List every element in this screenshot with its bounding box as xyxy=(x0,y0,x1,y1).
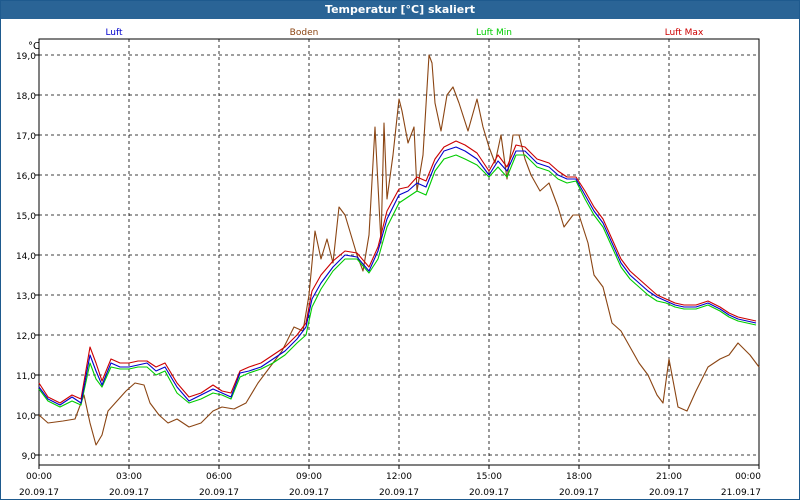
x-tick-time-label: 18:00 xyxy=(566,472,592,482)
x-tick-time-label: 12:00 xyxy=(386,472,412,482)
y-tick-label: 19,0 xyxy=(16,52,36,62)
x-tick-date-label: 20.09.17 xyxy=(199,488,239,498)
y-tick-label: 10,0 xyxy=(16,412,36,422)
x-tick-time-label: 00:00 xyxy=(735,472,761,482)
y-axis-label: °C xyxy=(28,41,40,52)
legend-entry: Luft xyxy=(105,28,123,38)
x-tick-date-label: 20.09.17 xyxy=(649,488,689,498)
y-tick-label: 13,0 xyxy=(16,292,36,302)
y-tick-label: 9,0 xyxy=(22,452,37,462)
x-ticks: 00:00 20.09.17 03:00 20.09.17 06:00 20.09.17 0… xyxy=(19,465,761,498)
x-tick-time-label: 03:00 xyxy=(116,472,142,482)
x-tick-time-label: 09:00 xyxy=(296,472,322,482)
x-tick-time-label: 00:00 xyxy=(26,472,52,482)
x-tick-date-label: 20.09.17 xyxy=(289,488,329,498)
x-tick-date-label: 21.09.17 xyxy=(721,488,761,498)
x-tick-date-label: 20.09.17 xyxy=(469,488,509,498)
x-tick-date-label: 20.09.17 xyxy=(379,488,419,498)
legend: Luft Boden Luft Min Luft Max xyxy=(105,28,704,38)
y-tick-label: 11,0 xyxy=(16,372,36,382)
x-tick-time-label: 15:00 xyxy=(476,472,502,482)
temperature-chart: Luft Boden Luft Min Luft Max °C 9,0 10,0 11,0… xyxy=(16,28,761,498)
legend-entry: Luft Max xyxy=(665,28,704,38)
chart-title: Temperatur [°C] skaliert xyxy=(1,1,799,19)
x-tick-time-label: 21:00 xyxy=(656,472,682,482)
x-tick-time-label: 06:00 xyxy=(206,472,232,482)
y-tick-label: 14,0 xyxy=(16,252,36,262)
y-tick-label: 16,0 xyxy=(16,172,36,182)
y-tick-label: 17,0 xyxy=(16,132,36,142)
legend-entry: Luft Min xyxy=(476,28,512,38)
x-tick-date-label: 20.09.17 xyxy=(559,488,599,498)
y-ticks: 9,0 10,0 11,0 12,0 13,0 14,0 15,0 16,0 17,0 18,0 1… xyxy=(16,52,39,462)
y-tick-label: 18,0 xyxy=(16,92,36,102)
y-tick-label: 15,0 xyxy=(16,212,36,222)
chart-window: Temperatur [°C] skaliert Luft Boden Luft M… xyxy=(0,0,800,500)
legend-entry: Boden xyxy=(290,28,319,38)
x-tick-date-label: 20.09.17 xyxy=(109,488,149,498)
x-tick-date-label: 20.09.17 xyxy=(19,488,59,498)
y-tick-label: 12,0 xyxy=(16,332,36,342)
